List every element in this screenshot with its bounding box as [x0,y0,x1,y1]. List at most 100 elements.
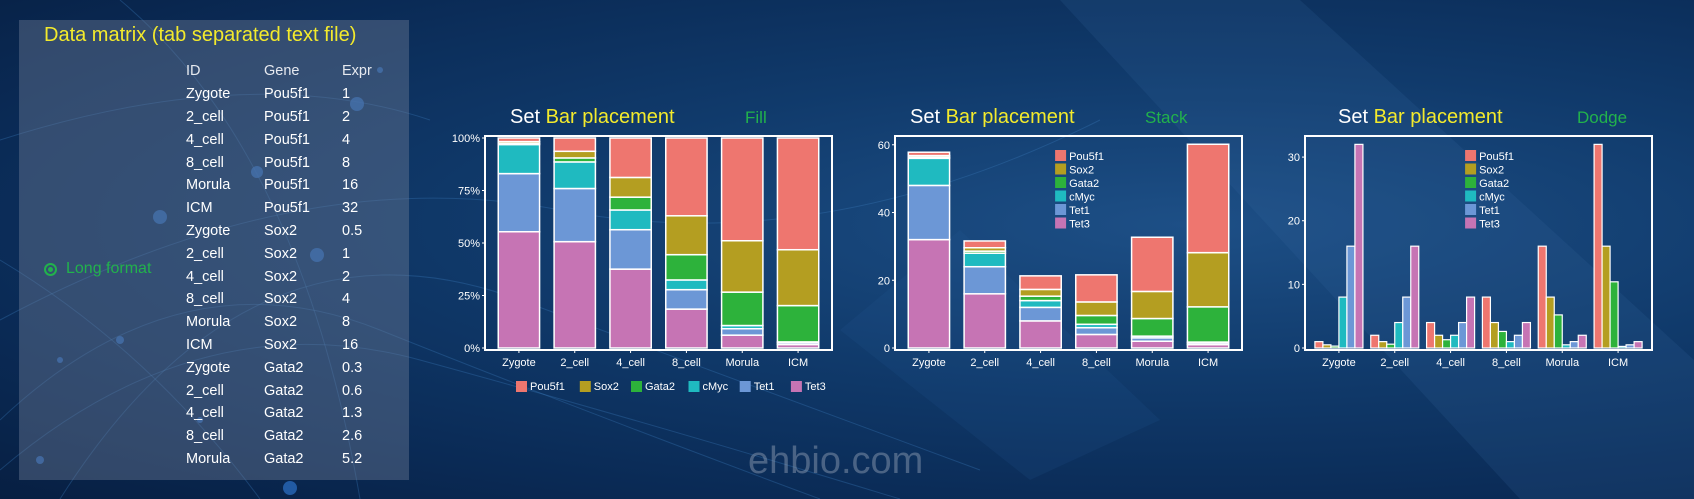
bar-Sox2-8_cell [1075,301,1118,317]
bar-Tet3-Morula [720,334,764,349]
bar-Sox2-ICM [1186,251,1230,308]
legend-swatch-Tet3 [1055,217,1067,229]
long-format-label: Long format [66,260,152,277]
y-tick-label: 20 [878,275,890,287]
legend-label-Pou5f1: Pou5f1 [1479,151,1514,163]
y-tick-label: 100% [452,133,480,145]
x-tick-label-ICM: ICM [1608,357,1628,369]
legend-swatch-Tet1 [739,381,751,392]
bar-Pou5f1-4_cell [609,137,652,179]
table-row: 4_cell Sox2 2 [186,265,392,288]
bar-Tet3-8_cell [665,308,708,349]
cell-id: Morula [186,450,231,467]
legend-label-Tet3: Tet3 [1479,219,1500,231]
cell-expr: 8 [342,314,351,331]
cell-id: Morula [186,314,231,331]
cell-id: 8_cell [186,428,224,445]
cell-gene: Sox2 [264,268,298,285]
bar-Pou5f1-ICM [1593,143,1603,349]
bar-Tet3-ICM [1633,341,1643,349]
bar-cMyc-Morula [1561,344,1571,349]
cell-expr: 32 [342,200,359,217]
bar-cMyc-2_cell [963,252,1007,268]
table-row: 4_cell Pou5f1 4 [186,128,392,151]
cell-id: Morula [186,177,231,194]
bar-Tet3-2_cell [1410,245,1420,349]
x-tick-label-ICM: ICM [1198,357,1218,369]
bar-Pou5f1-Zygote [1314,341,1324,349]
bar-Pou5f1-8_cell [1075,274,1118,303]
legend-swatch-Tet1 [1055,204,1067,215]
bar-Tet1-2_cell [963,265,1007,295]
bar-Gata2-4_cell [609,196,652,211]
cell-gene: Gata2 [264,382,304,399]
legend-label-Gata2: Gata2 [1479,178,1509,190]
cell-id: ICM [186,336,213,353]
bar-Tet3-Zygote [497,230,541,349]
legend-swatch-Gata2 [1055,177,1067,188]
bar-Gata2-Morula [1130,317,1174,337]
y-tick-label: 30 [1288,152,1300,164]
bar-Gata2-Morula [1553,314,1563,349]
table-row: 2_cell Sox2 1 [186,242,392,265]
y-tick-label: 75% [458,186,480,198]
cell-id: 8_cell [186,154,224,171]
table-row: 8_cell Pou5f1 8 [186,151,392,174]
table-row: 2_cell Pou5f1 2 [186,106,392,129]
bar-Pou5f1-2_cell [963,240,1007,249]
cell-expr: 2.6 [342,428,363,445]
cell-gene: Pou5f1 [264,131,310,148]
long-format-option[interactable]: Long format [44,260,151,278]
bar-Tet1-4_cell [1457,321,1468,349]
legend-label-Sox2: Sox2 [594,381,619,393]
bar-Gata2-Morula [720,291,764,327]
x-tick-label-Zygote: Zygote [912,357,946,369]
chart-1-heading-set: Set [510,106,541,128]
bar-Gata2-8_cell [1497,330,1508,349]
cell-gene: Pou5f1 [264,200,310,217]
table-row: Morula Sox2 8 [186,311,392,334]
bar-cMyc-4_cell [1019,299,1062,309]
bar-Sox2-ICM [776,248,820,307]
chart-1-heading-bar: Bar placement [545,106,675,128]
cell-id: 2_cell [186,382,224,399]
x-tick-label-8_cell: 8_cell [672,357,701,369]
legend-swatch-Sox2 [1465,163,1477,175]
bar-cMyc-4_cell [1449,334,1460,349]
bar-Sox2-2_cell [1378,341,1388,349]
bar-Pou5f1-ICM [776,137,820,251]
bar-Tet1-Zygote [907,184,951,241]
legend-swatch-Pou5f1 [1465,150,1477,161]
bar-Tet3-8_cell [1075,333,1118,349]
bar-Sox2-Morula [1130,290,1174,320]
x-tick-label-4_cell: 4_cell [1436,357,1465,369]
bar-Tet1-2_cell [1402,296,1412,349]
bar-Tet1-ICM [1625,344,1635,349]
bar-cMyc-4_cell [609,209,652,231]
stack-bar-chart: Zygote 2_cell 4_cell 8_cell Morula ICM 0 20 40 60… [878,135,1243,369]
bar-Tet3-Morula [1130,340,1174,349]
cell-expr: 0.5 [342,222,363,239]
bar-Tet3-4_cell [1465,296,1476,349]
bar-Tet1-8_cell [1513,334,1524,349]
y-tick-label: 10 [1288,279,1300,291]
bar-cMyc-Zygote [1338,296,1348,349]
table-row: ICM Pou5f1 32 [186,197,392,220]
table-row: 2_cell Gata2 0.6 [186,379,392,402]
column-header-gene: Gene [264,63,300,80]
bar-Pou5f1-Zygote [497,137,541,143]
bar-Tet1-Morula [720,327,764,336]
bar-Tet1-Morula [1569,341,1579,349]
radio-selected-icon[interactable] [44,262,57,276]
x-tick-label-ICM: ICM [788,357,808,369]
bar-Sox2-Zygote [1322,344,1332,349]
cell-expr: 1 [342,245,351,262]
bar-Pou5f1-Zygote [907,151,951,157]
bar-Pou5f1-Morula [720,137,764,242]
cell-expr: 16 [342,177,359,194]
legend-label-cMyc: cMyc [1069,192,1095,204]
cell-id: 4_cell [186,268,224,285]
bar-Sox2-2_cell [553,150,597,159]
bar-Tet1-4_cell [609,228,652,270]
legend-swatch-cMyc [1055,190,1067,202]
